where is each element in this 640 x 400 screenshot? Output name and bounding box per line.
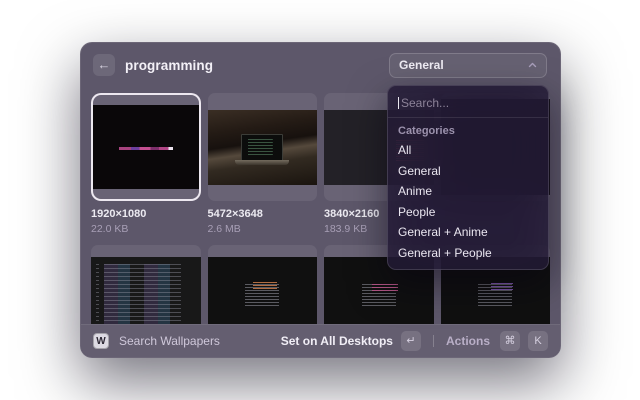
back-arrow-icon: ←: [98, 57, 111, 72]
wallpaper-filesize: 22.0 KB: [91, 223, 201, 235]
return-key-icon: ↵: [401, 331, 421, 351]
action-bar: W Search Wallpapers Set on All Desktops …: [81, 324, 560, 357]
extension-name: Search Wallpapers: [119, 334, 220, 348]
dropdown-search-input[interactable]: [401, 96, 538, 110]
wallpaper-resolution: 1920×1080: [91, 208, 201, 220]
wallpaper-window: ← programming General 1920×1080 22.0 KB: [80, 42, 561, 358]
wallpaper-cell-selected[interactable]: [91, 93, 201, 201]
wallpaper-filesize: 2.6 MB: [208, 223, 318, 235]
dropdown-item-general-anime[interactable]: General + Anime: [388, 222, 548, 243]
dropdown-item-general[interactable]: General: [388, 161, 548, 182]
page-title: programming: [125, 58, 213, 73]
wallpaper-thumbnail: [93, 105, 199, 189]
primary-action-label[interactable]: Set on All Desktops: [281, 334, 393, 348]
wallpaper-item: [208, 245, 318, 324]
dropdown-item-all[interactable]: All: [388, 140, 548, 161]
wallpaper-item: 1920×1080 22.0 KB: [91, 93, 201, 235]
wallpaper-resolution: 5472×3648: [208, 208, 318, 220]
wallpaper-thumbnail: [208, 110, 318, 185]
wallpaper-item: 5472×3648 2.6 MB: [208, 93, 318, 235]
category-dropdown-menu: Categories All General Anime People Gene…: [387, 85, 549, 270]
dropdown-item-anime[interactable]: Anime: [388, 181, 548, 202]
text-cursor: [398, 97, 399, 109]
extension-icon: W: [93, 333, 109, 349]
wallpaper-cell[interactable]: [91, 245, 201, 324]
category-dropdown-button[interactable]: General: [389, 53, 547, 78]
back-button[interactable]: ←: [93, 54, 115, 76]
dropdown-divider: [388, 117, 548, 118]
dropdown-section-label: Categories: [388, 123, 548, 140]
dropdown-search-row: [388, 94, 548, 111]
window-header: ← programming General: [81, 43, 560, 87]
dropdown-item-general-people[interactable]: General + People: [388, 243, 548, 264]
footer-divider: [433, 335, 434, 347]
wallpaper-cell[interactable]: [208, 93, 318, 201]
wallpaper-cell[interactable]: [208, 245, 318, 324]
dropdown-item-people[interactable]: People: [388, 202, 548, 223]
k-key-icon: K: [528, 331, 548, 351]
wallpaper-item: [91, 245, 201, 324]
wallpaper-thumbnail: [91, 257, 201, 324]
command-key-icon: ⌘: [500, 331, 520, 351]
wallpaper-thumbnail: [208, 257, 318, 324]
category-dropdown-value: General: [399, 58, 522, 72]
chevron-up-icon: [528, 62, 537, 68]
actions-button[interactable]: Actions: [446, 334, 490, 348]
